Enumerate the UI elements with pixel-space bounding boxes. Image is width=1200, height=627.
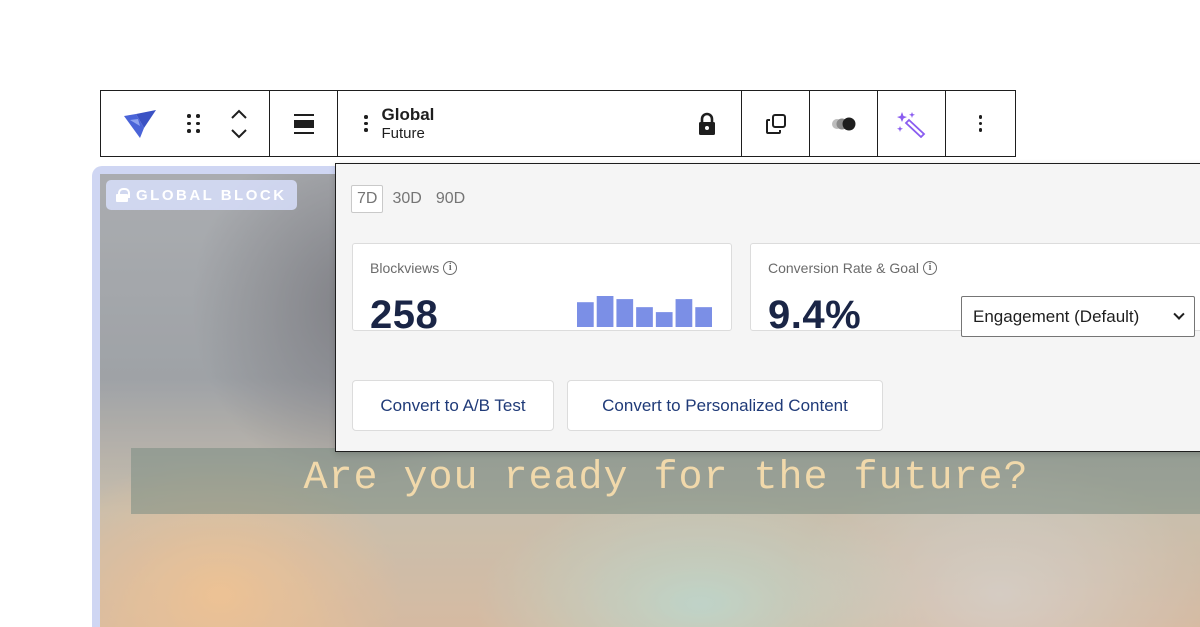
global-block-badge: GLOBAL BLOCK xyxy=(106,180,297,210)
drag-handle-icon xyxy=(187,114,200,133)
toolbar-group-duplicate xyxy=(742,91,810,156)
sparkline-bar xyxy=(695,307,712,327)
drag-handle[interactable] xyxy=(187,91,200,156)
analytics-popover: 7D 30D 90D Blockviews i 258 Conversion R… xyxy=(335,163,1200,452)
more-options-icon xyxy=(364,115,368,132)
blockviews-card: Blockviews i 258 xyxy=(352,243,732,337)
visibility-toggle-button[interactable] xyxy=(829,91,859,156)
info-icon[interactable]: i xyxy=(922,261,937,275)
range-7d[interactable]: 7D xyxy=(351,185,384,213)
duplicate-button[interactable] xyxy=(764,91,788,156)
convert-personalized-button[interactable]: Convert to Personalized Content xyxy=(567,380,883,431)
logo-icon xyxy=(123,109,156,138)
blockviews-sparkline xyxy=(577,296,712,327)
duplicate-icon xyxy=(765,113,786,134)
convert-ab-test-button[interactable]: Convert to A/B Test xyxy=(352,380,554,431)
toggle-visibility-icon xyxy=(831,117,855,130)
blockviews-value: 258 xyxy=(370,293,439,337)
toolbar-group-visibility xyxy=(810,91,878,156)
toolbar-group-align xyxy=(270,91,338,156)
sparkline-bar xyxy=(616,299,634,327)
sparkline-bar xyxy=(675,299,693,327)
date-range-selector: 7D 30D 90D xyxy=(351,185,470,213)
mover-controls xyxy=(230,91,248,156)
toolbar-group-ai xyxy=(878,91,946,156)
sparkline-bar xyxy=(596,296,614,327)
toolbar-group-block-controls xyxy=(101,91,270,156)
move-down-icon[interactable] xyxy=(230,128,248,139)
toolbar-group-options xyxy=(946,91,1015,156)
magic-wand-button[interactable] xyxy=(895,91,929,156)
kebab-menu-icon xyxy=(978,115,983,132)
range-30d[interactable]: 30D xyxy=(387,186,426,212)
align-button[interactable] xyxy=(293,91,315,156)
block-title[interactable]: Global Future xyxy=(364,105,434,142)
editor-canvas: Are you ready for the future? GLOBAL BLO… xyxy=(0,0,1200,627)
goal-select-value: Engagement (Default) xyxy=(973,306,1140,326)
conversion-card: Conversion Rate & Goal i 9.4% Engagement… xyxy=(750,243,1200,337)
sparkline-bar xyxy=(577,302,594,327)
chevron-down-icon xyxy=(1173,308,1185,320)
lock-icon xyxy=(699,112,715,135)
conversion-label-row: Conversion Rate & Goal i xyxy=(768,260,937,276)
block-toolbar: Global Future xyxy=(100,90,1016,157)
align-icon xyxy=(293,113,314,134)
goal-select[interactable]: Engagement (Default) xyxy=(961,296,1195,337)
block-headline[interactable]: Are you ready for the future? xyxy=(131,456,1200,501)
sparkline-bar xyxy=(636,307,653,327)
range-90d[interactable]: 90D xyxy=(431,186,470,212)
lock-button[interactable] xyxy=(697,91,717,156)
conversion-label: Conversion Rate & Goal xyxy=(768,260,919,276)
sparkline-bar xyxy=(655,312,673,327)
lock-icon xyxy=(116,188,130,202)
info-icon[interactable]: i xyxy=(443,261,458,275)
magic-wand-icon xyxy=(896,111,925,138)
block-subtitle: Future xyxy=(381,124,425,142)
conversion-value: 9.4% xyxy=(768,293,862,337)
options-menu-button[interactable] xyxy=(978,91,983,156)
blockviews-label-row: Blockviews i xyxy=(370,260,458,276)
move-up-icon[interactable] xyxy=(230,109,248,119)
blockviews-label: Blockviews xyxy=(370,260,440,276)
toolbar-group-title: Global Future xyxy=(338,91,742,156)
block-name: Global xyxy=(381,105,435,125)
block-type-button[interactable] xyxy=(122,91,158,156)
global-block-label: GLOBAL BLOCK xyxy=(136,186,287,204)
